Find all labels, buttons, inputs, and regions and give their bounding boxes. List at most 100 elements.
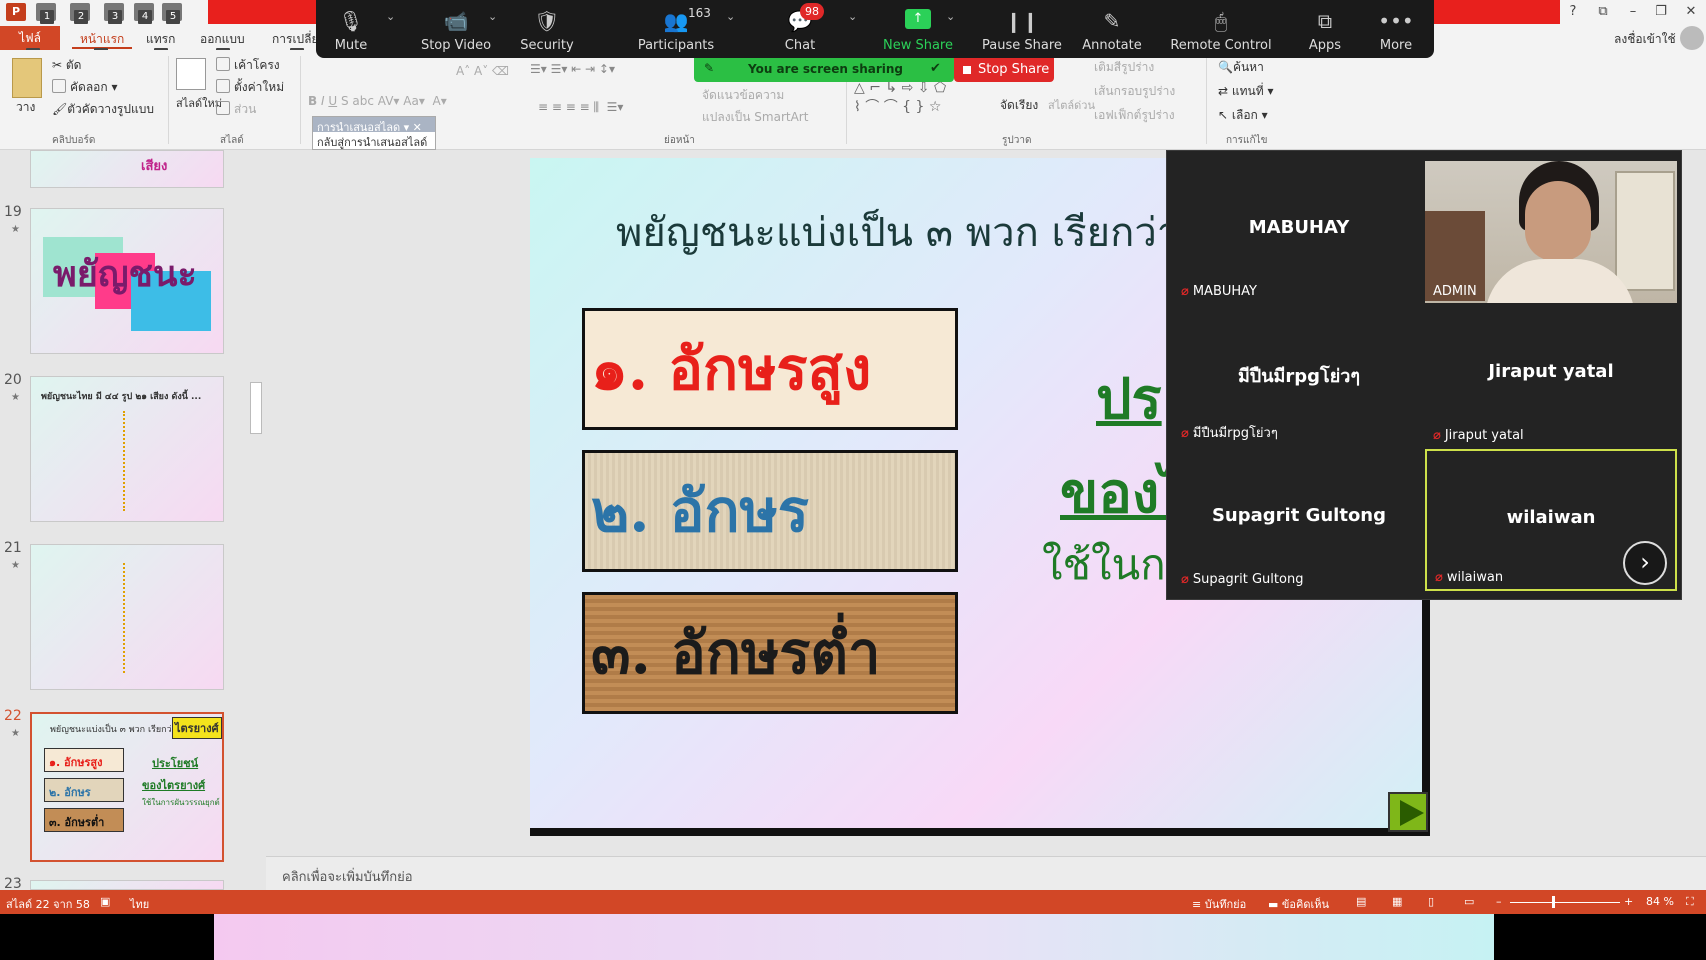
tab-insert[interactable]: แทรก [138,29,183,49]
annotate-button[interactable]: ✎ Annotate [1072,0,1152,58]
quick-styles-button[interactable]: สไตล์ด่วน [1048,96,1095,114]
mute-button[interactable]: 🎙 Mute [316,0,386,58]
reset-button[interactable]: ตั้งค่าใหม่ [216,78,284,97]
zoom-in-icon[interactable]: + [1624,895,1633,908]
maximize-icon[interactable]: ❐ [1648,2,1674,22]
convert-smartart-button[interactable]: แปลงเป็น SmartArt [702,108,808,127]
zoom-level[interactable]: 84 % [1646,895,1674,908]
participant-tile[interactable]: MABUHAY ⌀ MABUHAY [1173,161,1425,303]
format-painter-button[interactable]: 🖌ตัวคัดวางรูปแบบ [52,100,154,119]
stop-video-label: Stop Video [420,38,492,53]
replace-button[interactable]: ⇄ แทนที่ ▾ [1218,82,1273,101]
slide-thumbnail-19[interactable]: พยัญชนะ [30,208,224,354]
comments-toggle[interactable]: ▬ ข้อคิดเห็น [1268,895,1329,913]
font-size-controls[interactable]: A˄ A˅ ⌫ [456,64,509,78]
copy-button[interactable]: คัดลอก ▾ [52,78,118,97]
arrange-button[interactable]: จัดเรียง [1000,96,1038,115]
slide-thumbnail-21[interactable] [30,544,224,690]
participants-icon: 👥 [663,9,689,33]
paste-button[interactable]: วาง [16,98,35,117]
help-icon[interactable]: ? [1560,2,1586,22]
participants-options-chevron-icon[interactable]: ⌄ [726,10,735,23]
tab-file[interactable]: ไฟล์ [0,26,60,50]
minimize-icon[interactable]: – [1620,2,1646,22]
ribbon-display-icon[interactable]: ⧉ [1590,2,1616,22]
notes-pane[interactable]: คลิกเพื่อจะเพิ่มบันทึกย่อ [266,856,1706,890]
video-camera-icon: 📹 [443,9,469,33]
find-button[interactable]: 🔍ค้นหา [1218,58,1264,77]
slide-sorter-icon[interactable]: ▦ [1392,895,1402,908]
remote-control-button[interactable]: 🖱 Remote Control [1156,0,1286,58]
muted-mic-icon: ⌀ [1181,284,1189,299]
section-button[interactable]: ส่วน [216,100,256,119]
pause-share-button[interactable]: ❙❙ Pause Share [972,0,1072,58]
layout-button[interactable]: เค้าโครง [216,56,280,75]
new-share-button[interactable]: ↑ New Share [876,0,960,58]
share-options-chevron-icon[interactable]: ⌄ [946,10,955,23]
next-page-chevron-icon[interactable]: › [1623,541,1667,585]
replace-label: แทนที่ [1231,84,1264,98]
mute-options-chevron-icon[interactable]: ⌄ [386,10,395,23]
slide-thumbnail-20[interactable]: พยัญชนะไทย มี ๔๔ รูป ๒๑ เสียง ดังนี้ ... [30,376,224,522]
drag-handle-icon[interactable]: ✎ [704,61,714,75]
thumbnail-scrollbar[interactable] [248,152,264,892]
zoom-slider[interactable] [1510,902,1620,903]
slide-thumbnail-18[interactable]: เสียง [30,150,224,188]
next-slide-play-icon[interactable] [1388,792,1428,832]
tooltip-return-item[interactable]: กลับสู่การนำเสนอสไลด์ [313,132,435,152]
text-direction-button[interactable]: จัดแนวข้อความ [702,86,784,105]
bold-button[interactable]: B I U S abc AV▾ Aa▾ A▾ [308,94,447,108]
video-gallery[interactable]: MABUHAY ⌀ MABUHAY ADMIN มีปืนมีrpgโย่วๆ ⌀… [1166,150,1682,600]
security-button[interactable]: 🛡 Security [512,0,582,58]
reading-view-icon[interactable]: ▯ [1428,895,1434,908]
participant-tile-video[interactable]: ADMIN [1425,161,1677,303]
participant-tile[interactable]: มีปืนมีrpgโย่วๆ ⌀ มีปืนมีrpgโย่วๆ [1173,305,1425,447]
video-options-chevron-icon[interactable]: ⌄ [488,10,497,23]
notes-toggle[interactable]: ≡ บันทึกย่อ [1192,895,1246,913]
participant-name: มีปืนมีrpgโย่วๆ [1237,366,1361,387]
paste-icon[interactable] [12,58,42,98]
divider [123,411,125,511]
slideshow-view-icon[interactable]: ▭ [1464,895,1474,908]
chat-options-chevron-icon[interactable]: ⌄ [848,10,857,23]
scrollbar-thumb[interactable] [250,382,262,434]
shape-effects-button[interactable]: เอฟเฟ็กต์รูปร่าง [1094,106,1175,125]
participant-tile[interactable]: Supagrit Gultong ⌀ Supagrit Gultong [1173,449,1425,591]
participant-tile-active-speaker[interactable]: wilaiwan ⌀ wilaiwan › [1425,449,1677,591]
shapes-gallery[interactable]: △ ⌐ ↳ ⇨ ⇩ ⬠ ⌇ ⌒ ⌒ { } ☆ [854,80,946,116]
shape-outline-button[interactable]: เส้นกรอบรูปร่าง [1094,82,1175,101]
reset-icon [216,79,230,93]
close-icon[interactable]: ✕ [1678,2,1704,22]
stop-share-button[interactable]: Stop Share [954,58,1054,82]
spellcheck-icon[interactable]: ▣ [100,895,110,908]
stop-video-button[interactable]: 📹 Stop Video [416,0,496,58]
avatar-icon[interactable] [1680,26,1704,50]
more-button[interactable]: ••• More [1364,0,1428,58]
muted-mic-icon: ⌀ [1435,570,1443,585]
fit-slide-icon[interactable]: ⛶ [1686,895,1694,909]
chat-button[interactable]: 💬 98 Chat [768,0,832,58]
normal-view-icon[interactable]: ▤ [1356,895,1366,908]
comments-toggle-label: ข้อคิดเห็น [1281,898,1330,911]
list-controls[interactable]: ☰▾ ☰▾ ⇤ ⇥ ↕▾ [530,62,615,76]
participant-label-text: Supagrit Gultong [1192,572,1304,587]
participant-tile[interactable]: Jiraput yatal ⌀ Jiraput yatal [1425,305,1677,447]
select-button[interactable]: ↖ เลือก ▾ [1218,106,1268,125]
shape-fill-button[interactable]: เติมสีรูปร่าง [1094,58,1154,77]
apps-button[interactable]: ⧉ Apps [1292,0,1358,58]
language-indicator[interactable]: ไทย [130,895,149,913]
sign-in-link[interactable]: ลงชื่อเข้าใช้ [1614,30,1676,49]
tab-design[interactable]: ออกแบบ [192,29,253,49]
slide-thumbnail-22[interactable]: พยัญชนะแบ่งเป็น ๓ พวก เรียกว่า ไตรยางศ์ … [30,712,224,862]
zoom-slider-thumb[interactable] [1552,896,1555,908]
align-controls[interactable]: ≡ ≡ ≡ ≡ ⫼ ☰▾ [538,100,623,115]
slide-number: 20 [4,372,22,388]
zoom-out-icon[interactable]: – [1496,895,1502,908]
participants-button[interactable]: 👥 163 Participants [626,0,726,58]
slide-thumbnail-23[interactable] [30,880,224,890]
tab-home[interactable]: หน้าแรก [72,29,133,49]
cut-button[interactable]: ✂ ตัด [52,56,81,75]
new-slide-icon[interactable] [176,58,206,90]
brush-icon: 🖌 [52,102,68,116]
slide-scrollbar[interactable] [1686,150,1706,890]
